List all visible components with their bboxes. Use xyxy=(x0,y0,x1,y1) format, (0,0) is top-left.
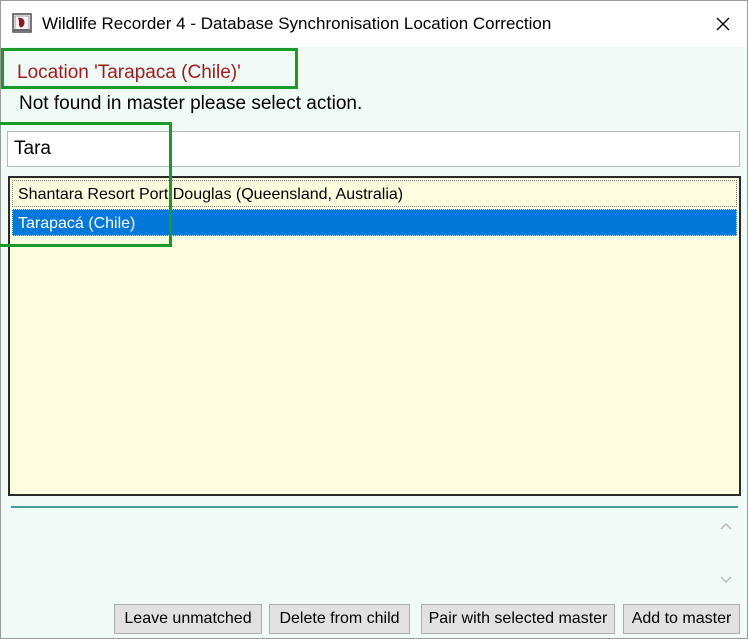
close-icon xyxy=(716,17,730,31)
add-to-master-button[interactable]: Add to master xyxy=(623,604,740,634)
pair-with-selected-master-button[interactable]: Pair with selected master xyxy=(421,604,615,634)
chevron-down-icon xyxy=(720,576,732,584)
delete-from-child-button[interactable]: Delete from child xyxy=(269,604,410,634)
vertical-scrollbar[interactable] xyxy=(715,515,737,591)
message-label: Not found in master please select action… xyxy=(19,93,363,114)
wildlife-recorder-icon xyxy=(12,13,32,33)
title-bar[interactable]: Wildlife Recorder 4 - Database Synchroni… xyxy=(1,1,747,47)
location-label: Location 'Tarapaca (Chile)' xyxy=(17,62,241,83)
chevron-up-icon xyxy=(720,522,732,530)
leave-unmatched-button[interactable]: Leave unmatched xyxy=(114,604,262,634)
list-item-selected[interactable]: Tarapacá (Chile) xyxy=(12,209,737,236)
window-title: Wildlife Recorder 4 - Database Synchroni… xyxy=(42,14,552,33)
divider xyxy=(11,506,738,508)
scroll-down-button[interactable] xyxy=(715,571,737,589)
list-item[interactable]: Shantara Resort Port Douglas (Queensland… xyxy=(12,180,737,207)
dialog-window: Wildlife Recorder 4 - Database Synchroni… xyxy=(0,0,748,639)
master-location-list[interactable]: Shantara Resort Port Douglas (Queensland… xyxy=(8,176,741,496)
search-input[interactable] xyxy=(7,131,740,167)
scroll-up-button[interactable] xyxy=(715,517,737,535)
close-button[interactable] xyxy=(703,7,743,41)
